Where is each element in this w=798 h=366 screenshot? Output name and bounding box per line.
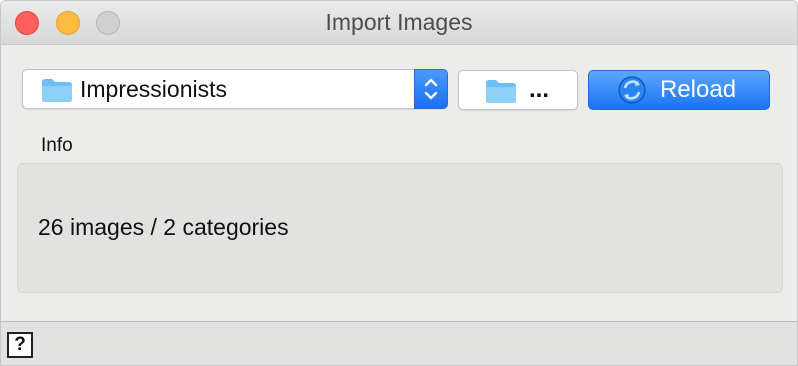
window-title: Import Images [325, 9, 473, 35]
title-bar[interactable]: Import Images [1, 1, 797, 45]
browse-label: ... [529, 76, 550, 103]
status-bar: ? [1, 321, 797, 365]
reload-button[interactable]: Reload [588, 70, 770, 110]
help-button[interactable]: ? [7, 332, 33, 358]
directory-value: Impressionists [80, 76, 227, 102]
info-summary: 26 images / 2 categories [38, 214, 289, 240]
chevron-up-down-icon[interactable] [414, 69, 448, 109]
folder-icon [485, 78, 517, 109]
import-images-window: Import Images Impressionists ... Reload … [0, 0, 798, 366]
browse-button[interactable]: ... [458, 70, 578, 110]
refresh-icon [617, 75, 647, 110]
info-heading: Info [41, 135, 73, 156]
directory-select[interactable]: Impressionists [22, 69, 448, 109]
reload-label: Reload [660, 76, 737, 103]
folder-icon [41, 77, 73, 108]
info-panel: 26 images / 2 categories [17, 163, 783, 293]
